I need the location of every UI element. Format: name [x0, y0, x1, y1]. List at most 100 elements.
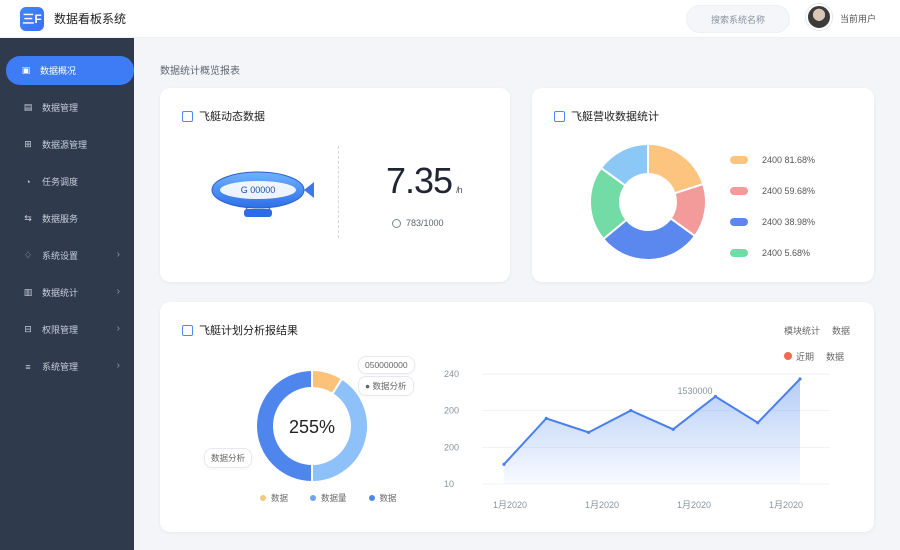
- chevron-right-icon: ›: [116, 286, 120, 297]
- blimp-icon: G 00000: [211, 171, 314, 217]
- x-tick-label: 1月2020: [585, 500, 619, 510]
- blimp-illustration: G 00000: [208, 163, 318, 233]
- legend-item: 2400 38.98%: [730, 216, 815, 228]
- legend-swatch: [730, 156, 748, 164]
- breadcrumb: 数据统计概览报表: [160, 66, 240, 77]
- sidebar-item-7[interactable]: ⊟ 权限管理 ›: [0, 315, 134, 344]
- user-name[interactable]: 当前用户: [840, 12, 876, 25]
- donut-legend-label: 数据量: [321, 493, 347, 503]
- chevron-right-icon: ›: [116, 360, 120, 371]
- control-recent[interactable]: 近期: [784, 350, 814, 363]
- y-tick-label: 200: [444, 442, 459, 452]
- line-annotation: 1530000: [677, 386, 712, 396]
- x-tick-label: 1月2020: [493, 500, 527, 510]
- big-metric-unit: /h: [456, 185, 462, 195]
- y-tick-label: 200: [444, 406, 459, 416]
- data-point[interactable]: [629, 408, 633, 413]
- donut-legend-item: 数据: [260, 492, 288, 504]
- card-title: 飞艇营收数据统计: [554, 108, 659, 124]
- revenue-legend: 2400 81.68% 2400 59.68% 2400 38.98% 2400 5.…: [730, 154, 815, 278]
- sidebar-item-label: 数据源管理: [42, 140, 88, 150]
- table-icon: [182, 110, 193, 122]
- sidebar-item-3[interactable]: ◔ 任务调度: [0, 167, 134, 196]
- plan-donut-chart: 255%: [255, 368, 369, 484]
- sidebar-item-label: 数据概况: [40, 66, 77, 76]
- legend-label: 2400 59.68%: [762, 186, 816, 196]
- sidebar: ▣ 数据概况 ▤ 数据管理 ⊞ 数据源管理 ◔ 任务调度 ⇆ 数据服务 ♢ 系统设置 › ▥ 数据统计 › ⊟ 权…: [0, 38, 134, 550]
- x-tick-label: 1月2020: [677, 500, 711, 510]
- control-data[interactable]: 数据: [832, 324, 850, 337]
- chart-controls-bottom: 近期 数据: [784, 350, 844, 363]
- link-icon: ⇆: [24, 213, 32, 223]
- dashboard-icon: ▣: [21, 65, 31, 75]
- card3-title: 飞艇计划分析报结果: [199, 325, 298, 337]
- sidebar-item-label: 数据统计: [42, 288, 79, 298]
- sidebar-menu: ▣ 数据概况 ▤ 数据管理 ⊞ 数据源管理 ◔ 任务调度 ⇆ 数据服务 ♢ 系统设置 › ▥ 数据统计 › ⊟ 权…: [0, 38, 134, 381]
- legend-item: 2400 59.68%: [730, 185, 815, 197]
- donut-legend-item: 数据量: [310, 492, 347, 504]
- sidebar-item-label: 任务调度: [42, 177, 79, 187]
- square-icon: [182, 324, 193, 336]
- control-stat[interactable]: 模块统计: [784, 324, 820, 337]
- legend-item: 2400 81.68%: [730, 154, 815, 166]
- revenue-pie-card: 飞艇营收数据统计 2400 81.68% 2400 59.68% 2400 38.9…: [532, 88, 874, 282]
- sidebar-item-5[interactable]: ♢ 系统设置 ›: [0, 241, 134, 270]
- data-point[interactable]: [713, 394, 718, 399]
- donut-legend: 数据 数据量 数据: [260, 492, 397, 504]
- app-logo[interactable]: 三F: [20, 6, 44, 31]
- trend-area-chart: 240 200 200 10 1月2020 1月2020 1月2020 1月2020 15300…: [444, 369, 830, 510]
- data-point[interactable]: [798, 377, 802, 381]
- callout-b: ● 数据分析: [358, 376, 414, 396]
- area-fill: [504, 379, 800, 484]
- data-point[interactable]: [756, 421, 760, 425]
- sidebar-item-label: 权限管理: [42, 325, 79, 335]
- sidebar-item-1[interactable]: ▤ 数据管理: [0, 93, 134, 122]
- square-icon: [554, 110, 565, 122]
- big-metric: 7.35/h: [386, 160, 463, 202]
- sidebar-item-0[interactable]: ▣ 数据概况: [6, 56, 134, 85]
- sub-metric: 783/1000: [392, 218, 444, 228]
- blimp-label: G 00000: [241, 185, 276, 195]
- layers-icon: ▤: [23, 102, 33, 112]
- chevron-right-icon: ›: [116, 323, 120, 334]
- grid-icon: ⊟: [24, 324, 32, 334]
- legend-label: 2400 38.98%: [762, 217, 816, 227]
- menu-icon: ≡: [25, 361, 31, 372]
- big-metric-value: 7.35: [386, 160, 453, 201]
- search-input[interactable]: 搜索系统名称: [686, 5, 790, 33]
- sidebar-item-4[interactable]: ⇆ 数据服务: [0, 204, 134, 233]
- legend-swatch: [730, 218, 748, 226]
- sidebar-item-8[interactable]: ≡ 系统管理 ›: [0, 352, 134, 381]
- card-title: 飞艇动态数据: [182, 108, 265, 124]
- sidebar-item-6[interactable]: ▥ 数据统计 ›: [0, 278, 134, 307]
- sidebar-item-label: 数据服务: [42, 214, 79, 224]
- donut-legend-swatch: [368, 495, 375, 501]
- clock-icon: [392, 218, 401, 228]
- chart-controls-top: 模块统计 数据: [784, 324, 850, 337]
- card2-title: 飞艇营收数据统计: [571, 111, 659, 123]
- user-avatar[interactable]: [806, 4, 832, 30]
- y-tick-label: 240: [444, 369, 459, 379]
- legend-item: 2400 5.68%: [730, 247, 815, 259]
- donut-legend-swatch: [310, 495, 317, 501]
- sidebar-item-2[interactable]: ⊞ 数据源管理: [0, 130, 134, 159]
- callout-a: 050000000: [358, 356, 415, 374]
- control-data-2[interactable]: 数据: [826, 350, 844, 363]
- revenue-donut-chart: [589, 142, 707, 261]
- vertical-divider: [338, 146, 339, 238]
- legend-swatch: [730, 249, 748, 257]
- legend-swatch: [730, 187, 748, 195]
- chevron-right-icon: ›: [116, 249, 120, 260]
- data-point[interactable]: [502, 462, 506, 466]
- top-bar: 三F 数据看板系统 搜索系统名称 当前用户: [0, 0, 900, 38]
- data-point[interactable]: [586, 430, 591, 434]
- sidebar-item-label: 系统管理: [42, 362, 79, 372]
- chart-icon: ▥: [23, 287, 33, 297]
- donut-center-label: 255%: [289, 417, 335, 437]
- data-point[interactable]: [544, 416, 548, 420]
- x-tick-label: 1月2020: [769, 500, 803, 510]
- clock-icon: ◔: [25, 176, 31, 187]
- sub-metric-value: 783/1000: [406, 218, 444, 228]
- data-point[interactable]: [671, 427, 675, 431]
- donut-legend-label: 数据: [271, 493, 289, 503]
